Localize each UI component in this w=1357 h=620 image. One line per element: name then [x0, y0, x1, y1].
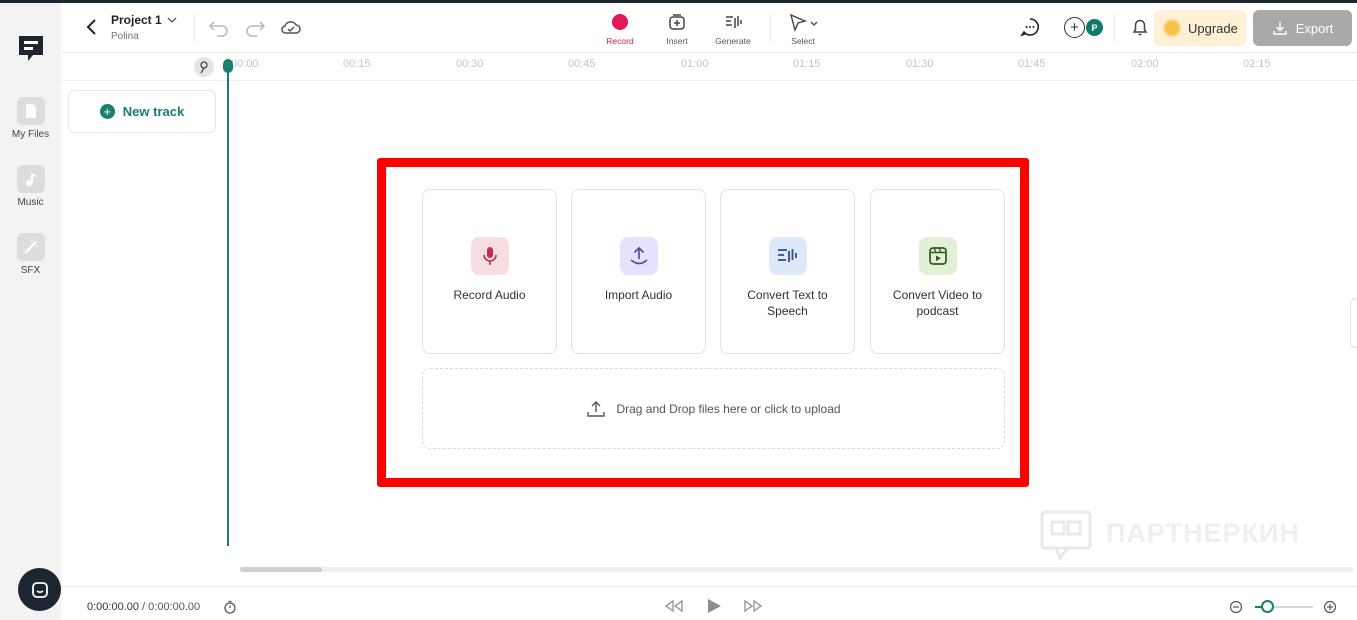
sidebar-item-sfx[interactable]: SFX: [0, 233, 61, 276]
collaborators[interactable]: + P: [1064, 17, 1104, 39]
playhead-handle[interactable]: [223, 59, 233, 73]
tool-label: Record: [606, 36, 634, 46]
horizontal-scrollbar-track[interactable]: [240, 567, 1354, 572]
current-time: 0:00:00.00: [87, 601, 139, 613]
comment-icon[interactable]: [1019, 16, 1041, 38]
upgrade-button[interactable]: Upgrade: [1154, 10, 1246, 46]
ruler-tick: 01:45: [1018, 58, 1046, 70]
plus-circle-icon: +: [99, 104, 115, 119]
new-track-button[interactable]: + New track: [68, 90, 216, 133]
project-owner: Polina: [111, 31, 139, 42]
sidebar-item-label: My Files: [11, 129, 50, 140]
export-button[interactable]: Export: [1253, 10, 1352, 46]
upload-icon: [619, 237, 658, 275]
ruler-tick: 00:00: [231, 58, 259, 70]
fast-forward-icon[interactable]: [742, 598, 764, 614]
folder-icon: [16, 97, 45, 125]
playback-bar: 0:00:00.00 / 0:00:00.00: [61, 586, 1357, 620]
upgrade-label: Upgrade: [1188, 20, 1238, 36]
ruler-tick: 01:30: [906, 58, 934, 70]
ruler-tick: 01:15: [793, 58, 821, 70]
chat-icon: [31, 581, 48, 598]
undo-icon[interactable]: [208, 16, 230, 38]
project-title[interactable]: Project 1: [111, 13, 162, 27]
new-track-label: New track: [122, 104, 185, 119]
watermark-text: ПАРТНЕРКИН: [1106, 518, 1300, 548]
card-label: Convert Text to Speech: [747, 288, 828, 318]
dropzone-label: Drag and Drop files here or click to upl…: [616, 401, 841, 416]
time-display: 0:00:00.00 / 0:00:00.00: [87, 601, 200, 613]
support-chat-button[interactable]: [18, 568, 61, 611]
microphone-icon: [470, 237, 509, 275]
ruler-tick: 02:15: [1243, 58, 1271, 70]
ruler-tick: 02:00: [1131, 58, 1159, 70]
zoom-slider-handle[interactable]: [1261, 600, 1274, 613]
horizontal-scrollbar-thumb[interactable]: [240, 567, 322, 572]
generate-button[interactable]: Generate: [708, 11, 758, 46]
ruler-tick: 00:45: [568, 58, 596, 70]
upload-icon: [587, 400, 606, 417]
right-panel-handle[interactable]: [1350, 298, 1357, 348]
tool-label: Select: [791, 36, 815, 46]
avatar: P: [1085, 18, 1104, 37]
video-to-podcast-card[interactable]: Convert Video to podcast: [870, 189, 1005, 354]
playhead-line: [227, 66, 229, 546]
chevron-down-icon[interactable]: [166, 13, 178, 25]
generate-icon: [708, 11, 758, 33]
divider: [770, 15, 771, 41]
total-time: 0:00:00.00: [148, 601, 201, 613]
file-dropzone[interactable]: Drag and Drop files here or click to upl…: [422, 368, 1005, 449]
coin-icon: [1163, 19, 1181, 37]
tool-label: Insert: [666, 36, 688, 46]
left-sidebar: My Files Music SFX: [0, 3, 61, 620]
stopwatch-icon[interactable]: [223, 600, 237, 614]
cursor-icon: [778, 11, 828, 33]
export-label: Export: [1295, 20, 1334, 36]
add-collaborator-icon[interactable]: +: [1064, 17, 1085, 38]
zoom-out-icon[interactable]: [1229, 600, 1243, 614]
divider: [1114, 15, 1115, 41]
sidebar-item-music[interactable]: Music: [0, 165, 61, 208]
watermark-logo: [1040, 510, 1092, 561]
record-icon: [612, 14, 628, 30]
record-button[interactable]: Record: [595, 11, 645, 46]
pin-icon[interactable]: [194, 57, 214, 77]
music-note-icon: [16, 165, 45, 193]
record-audio-card[interactable]: Record Audio: [422, 189, 557, 354]
text-to-speech-icon: [768, 237, 807, 275]
cloud-save-icon[interactable]: [280, 16, 302, 38]
text-to-speech-card[interactable]: Convert Text to Speech: [720, 189, 855, 354]
import-audio-card[interactable]: Import Audio: [571, 189, 706, 354]
insert-icon: [652, 11, 702, 33]
timeline-ruler[interactable]: 00:00 00:15 00:30 00:45 01:00 01:15 01:3…: [61, 53, 1357, 81]
sidebar-item-label: Music: [17, 197, 44, 208]
sidebar-item-label: SFX: [20, 265, 41, 276]
tool-label: Generate: [715, 36, 751, 46]
top-toolbar: Project 1 Polina Record Insert Generate …: [61, 3, 1357, 53]
select-button[interactable]: Select: [778, 11, 828, 46]
bell-icon[interactable]: [1129, 16, 1151, 38]
time-separator: /: [139, 601, 149, 613]
back-arrow-icon[interactable]: [84, 17, 100, 37]
rewind-icon[interactable]: [663, 598, 685, 614]
app-logo[interactable]: [16, 33, 46, 65]
video-icon: [918, 237, 957, 275]
magic-wand-icon: [16, 233, 45, 261]
redo-icon[interactable]: [244, 16, 266, 38]
watermark: ПАРТНЕРКИН: [1038, 508, 1318, 564]
zoom-in-icon[interactable]: [1323, 600, 1337, 614]
card-label: Record Audio: [453, 288, 526, 302]
download-icon: [1272, 22, 1287, 35]
ruler-tick: 01:00: [681, 58, 709, 70]
card-label: Convert Video to podcast: [892, 288, 983, 318]
divider: [194, 15, 195, 41]
card-label: Import Audio: [604, 288, 673, 302]
sidebar-item-my-files[interactable]: My Files: [0, 97, 61, 140]
insert-button[interactable]: Insert: [652, 11, 702, 46]
ruler-tick: 00:15: [343, 58, 371, 70]
play-icon[interactable]: [705, 597, 723, 615]
ruler-tick: 00:30: [456, 58, 484, 70]
